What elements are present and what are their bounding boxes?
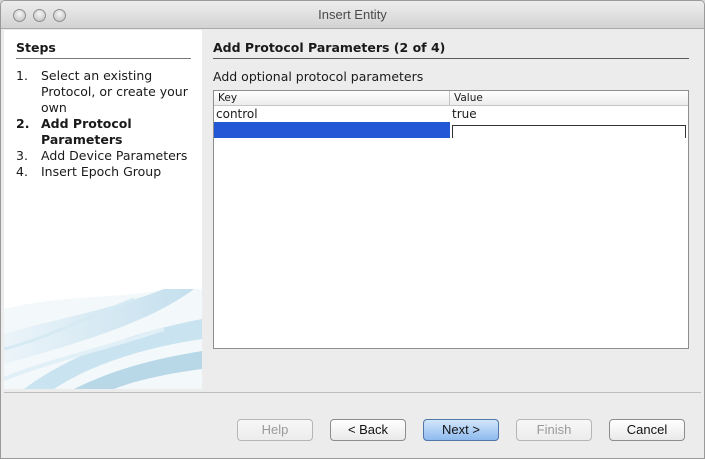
title-bar[interactable]: Insert Entity (1, 1, 704, 29)
column-header-key[interactable]: Key (214, 91, 450, 105)
parameters-table[interactable]: Key Value control true (213, 90, 689, 349)
step-label: Select an existing Protocol, or create y… (41, 68, 188, 115)
table-row-selected[interactable] (214, 122, 688, 138)
table-header: Key Value (214, 91, 688, 106)
steps-heading: Steps (16, 40, 191, 59)
value-cell[interactable]: true (450, 106, 688, 122)
step-item-current: 2. Add Protocol Parameters (16, 116, 198, 148)
help-button[interactable]: Help (237, 419, 313, 441)
key-cell[interactable]: control (214, 106, 450, 122)
step-number: 4. (16, 164, 28, 179)
decorative-swoosh-graphic (4, 289, 202, 389)
insert-entity-window: Insert Entity Steps 1. Select an existin… (0, 0, 705, 459)
step-number: 1. (16, 68, 28, 83)
step-label: Insert Epoch Group (41, 164, 162, 179)
table-row[interactable]: control true (214, 106, 688, 122)
page-heading: Add Protocol Parameters (2 of 4) (213, 40, 689, 59)
step-label: Add Protocol Parameters (41, 116, 132, 147)
step-number: 3. (16, 148, 28, 163)
next-button[interactable]: Next > (423, 419, 499, 441)
key-cell[interactable] (214, 122, 450, 138)
footer-divider (4, 392, 701, 393)
cancel-button[interactable]: Cancel (609, 419, 685, 441)
steps-panel: Steps 1. Select an existing Protocol, or… (4, 30, 202, 389)
back-button[interactable]: < Back (330, 419, 406, 441)
value-cell[interactable] (450, 122, 688, 138)
column-header-value[interactable]: Value (450, 91, 688, 105)
steps-list: 1. Select an existing Protocol, or creat… (16, 68, 198, 180)
value-cell-editor[interactable] (452, 124, 686, 138)
finish-button[interactable]: Finish (516, 419, 592, 441)
step-label: Add Device Parameters (41, 148, 188, 163)
step-item: 1. Select an existing Protocol, or creat… (16, 68, 198, 116)
wizard-content: Add Protocol Parameters (2 of 4) Add opt… (202, 30, 704, 389)
step-number: 2. (16, 116, 30, 131)
step-item: 3. Add Device Parameters (16, 148, 198, 164)
window-title: Insert Entity (318, 7, 387, 22)
step-item: 4. Insert Epoch Group (16, 164, 198, 180)
page-subtitle: Add optional protocol parameters (213, 69, 424, 84)
